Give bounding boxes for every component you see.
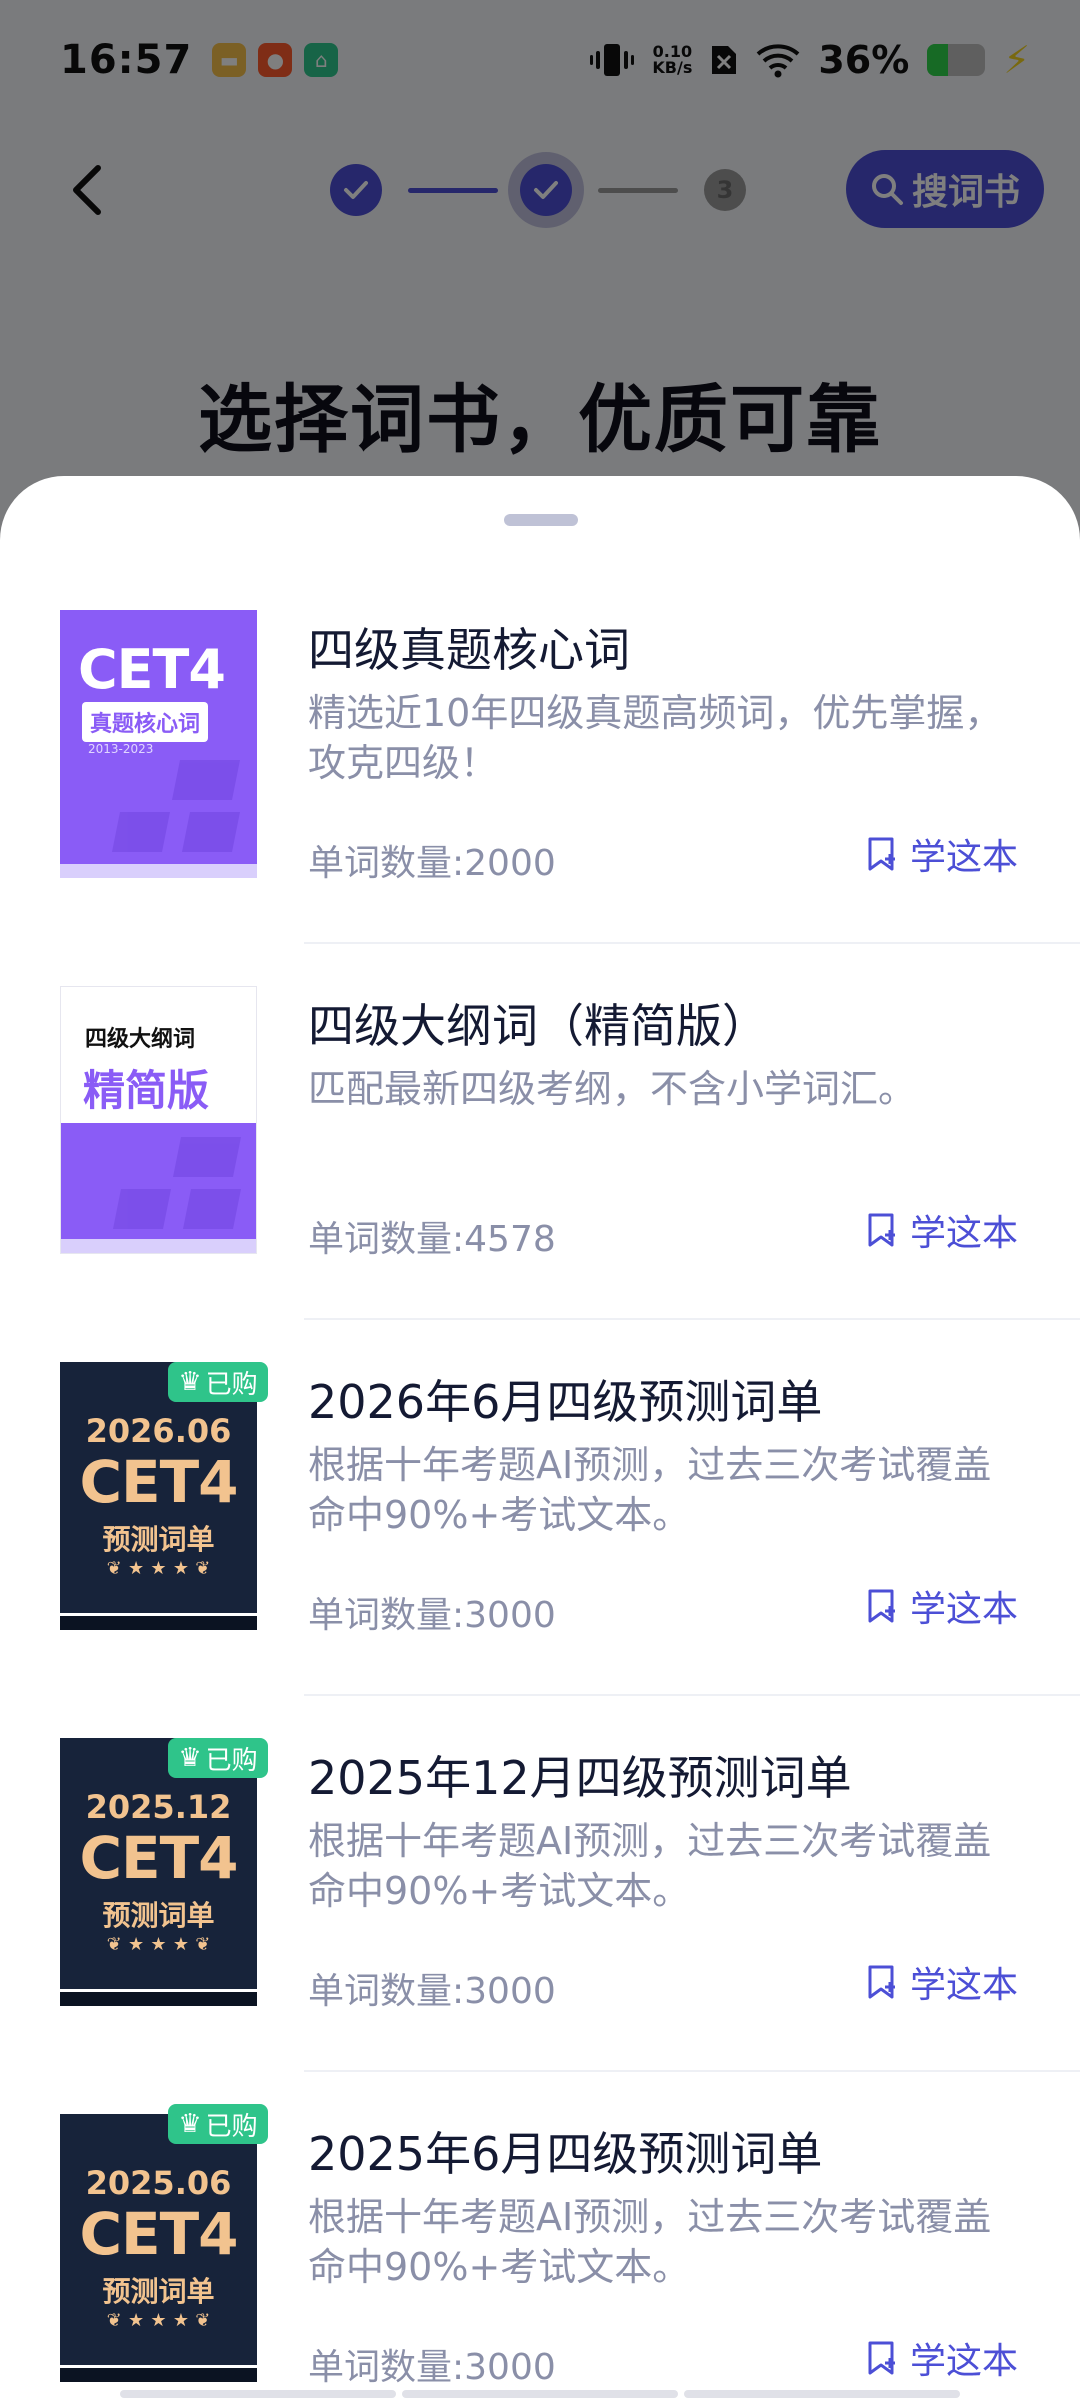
book-cover: 2026.06 CET4 预测词单 ❦ ★ ★ ★ ❦	[60, 1362, 257, 1630]
learn-this-button[interactable]: 学这本	[866, 2332, 1018, 2384]
cover-subtitle: 真题核心词	[82, 702, 209, 742]
crown-icon: ♛	[178, 2109, 202, 2139]
purchased-badge: ♛ 已购	[168, 2104, 268, 2144]
book-cover: CET4 真题核心词 2013-2023	[60, 610, 257, 878]
crown-icon: ♛	[178, 1367, 202, 1397]
cover-title: CET4	[79, 1824, 238, 1892]
book-description: 匹配最新四级考纲，不含小学词汇。	[308, 1067, 917, 1111]
book-item[interactable]: CET4 真题核心词 2013-2023 四级真题核心词 精选近10年四级真题高…	[0, 476, 1080, 944]
laurel-stars-icon: ❦ ★ ★ ★ ❦	[106, 1558, 211, 1579]
cover-title: 四级大纲词	[85, 1027, 196, 1052]
cover-title: CET4	[79, 2200, 238, 2268]
book-item[interactable]: 2026.06 CET4 预测词单 ❦ ★ ★ ★ ❦ ♛ 已购 2026年6月四…	[0, 1228, 1080, 1696]
laurel-stars-icon: ❦ ★ ★ ★ ❦	[106, 2310, 211, 2331]
book-title: 四级大纲词（精简版）	[308, 999, 768, 1053]
scroll-indicator	[120, 2390, 960, 2398]
book-description: 精选近10年四级真题高频词，优先掌握，攻克四级！	[308, 691, 1003, 785]
cover-title: CET4	[78, 638, 226, 701]
book-description: 根据十年考题AI预测，过去三次考试覆盖命中90%+考试文本。	[308, 2195, 992, 2289]
cover-subtitle: 预测词单	[102, 1899, 215, 1932]
cover-subtitle: 精简版	[83, 1066, 210, 1115]
learn-this-label: 学这本	[910, 2341, 1019, 2382]
bookmark-add-icon	[868, 2341, 895, 2375]
cover-subtitle: 预测词单	[102, 1523, 215, 1556]
book-title: 2025年12月四级预测词单	[308, 1751, 852, 1805]
purchased-badge: ♛ 已购	[168, 1738, 268, 1778]
cover-date: 2025.06	[85, 2164, 232, 2202]
checker-pattern-icon	[112, 760, 240, 852]
purchased-badge: ♛ 已购	[168, 1362, 268, 1402]
book-picker-sheet: CET4 真题核心词 2013-2023 四级真题核心词 精选近10年四级真题高…	[0, 476, 1080, 2400]
cover-date: 2025.12	[85, 1788, 232, 1826]
crown-icon: ♛	[178, 1743, 202, 1773]
book-cover: 四级大纲词 精简版	[60, 986, 257, 1254]
cover-title: CET4	[79, 1448, 238, 1516]
book-title: 2026年6月四级预测词单	[308, 1375, 823, 1429]
book-cover: 2025.12 CET4 预测词单 ❦ ★ ★ ★ ❦	[60, 1738, 257, 2006]
checker-pattern-icon	[113, 1137, 241, 1229]
book-cover: 2025.06 CET4 预测词单 ❦ ★ ★ ★ ❦	[60, 2114, 257, 2382]
cover-years: 2013-2023	[88, 742, 154, 756]
laurel-stars-icon: ❦ ★ ★ ★ ❦	[106, 1934, 211, 1955]
cover-subtitle: 预测词单	[102, 2275, 215, 2308]
book-title: 2025年6月四级预测词单	[308, 2127, 823, 2181]
book-title: 四级真题核心词	[308, 623, 630, 677]
book-item[interactable]: 2025.06 CET4 预测词单 ❦ ★ ★ ★ ❦ ♛ 已购 2025年6月四…	[0, 1980, 1080, 2388]
book-description: 根据十年考题AI预测，过去三次考试覆盖命中90%+考试文本。	[308, 1819, 992, 1913]
word-count: 单词数量:3000	[308, 2347, 556, 2388]
book-description: 根据十年考题AI预测，过去三次考试覆盖命中90%+考试文本。	[308, 1443, 992, 1537]
book-item[interactable]: 2025.12 CET4 预测词单 ❦ ★ ★ ★ ❦ ♛ 已购 2025年12月…	[0, 1604, 1080, 2072]
book-item[interactable]: 四级大纲词 精简版 四级大纲词（精简版） 匹配最新四级考纲，不含小学词汇。 单词…	[0, 852, 1080, 1320]
cover-base	[60, 2365, 257, 2382]
cover-date: 2026.06	[85, 1412, 232, 1450]
